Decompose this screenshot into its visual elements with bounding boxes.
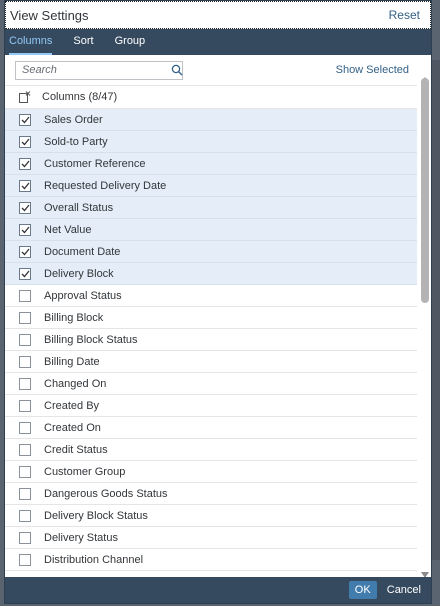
cancel-button[interactable]: Cancel [387, 584, 421, 596]
search-input[interactable] [16, 62, 171, 78]
list-item[interactable]: Requested Delivery Date [5, 175, 417, 197]
checkbox[interactable] [19, 355, 31, 368]
list-item-label: Created On [44, 421, 101, 434]
ok-button[interactable]: OK [348, 581, 377, 599]
scrollbar-thumb[interactable] [421, 78, 429, 303]
list-item[interactable]: Sales Order [5, 109, 417, 131]
tab-group[interactable]: Group [115, 29, 146, 55]
checkbox[interactable] [19, 267, 31, 280]
show-selected-button[interactable]: Show Selected [336, 64, 409, 76]
list-item[interactable]: Changed On [5, 373, 417, 395]
list-item[interactable]: Billing Block [5, 307, 417, 329]
dialog-footer: OK Cancel [5, 577, 431, 603]
list-item-label: Billing Date [44, 355, 100, 368]
tab-sort[interactable]: Sort [73, 29, 93, 55]
list-item[interactable]: Delivery Block Status [5, 505, 417, 527]
search-field [15, 60, 183, 80]
list-item[interactable]: Credit Status [5, 439, 417, 461]
checkbox[interactable] [19, 311, 31, 324]
list-item[interactable]: Sold-to Party [5, 131, 417, 153]
list-item[interactable]: Overall Status [5, 197, 417, 219]
checkmark-icon [21, 116, 30, 123]
checkmark-icon [21, 182, 30, 189]
list-item-label: Billing Block Status [44, 333, 138, 346]
checkbox[interactable] [19, 245, 31, 258]
checkmark-icon [21, 270, 30, 277]
checkmark-icon [21, 204, 30, 211]
columns-list: Sales Order Sold-to Party Customer Referen… [5, 109, 417, 571]
checkbox[interactable] [19, 399, 31, 412]
select-all-header[interactable]: Columns (8/47) [5, 85, 417, 109]
list-item-label: Delivery Block Status [44, 509, 148, 522]
dialog-title: View Settings [10, 7, 89, 23]
search-icon[interactable] [171, 62, 183, 78]
list-item[interactable]: Document Date [5, 241, 417, 263]
list-item-label: Customer Group [44, 465, 126, 478]
list-item-label: Approval Status [44, 289, 122, 302]
view-settings-dialog: View Settings Reset Columns Sort Group S… [4, 0, 432, 604]
list-item-label: Document Date [44, 245, 121, 258]
list-item-label: Dangerous Goods Status [44, 487, 168, 500]
list-item-label: Sold-to Party [44, 135, 108, 148]
list-item-label: Delivery Block [44, 267, 114, 280]
list-item[interactable]: Created On [5, 417, 417, 439]
list-item-label: Sales Order [44, 113, 103, 126]
checkbox[interactable] [19, 333, 31, 346]
list-item-label: Changed On [44, 377, 107, 390]
checkbox[interactable] [19, 421, 31, 434]
checkmark-icon [21, 160, 30, 167]
list-item[interactable]: Delivery Block [5, 263, 417, 285]
checkbox[interactable] [19, 201, 31, 214]
checkbox[interactable] [19, 487, 31, 500]
checkmark-icon [21, 248, 30, 255]
checkbox[interactable] [19, 289, 31, 302]
list-item[interactable]: Approval Status [5, 285, 417, 307]
list-item-label: Net Value [44, 223, 92, 236]
columns-count-label: Columns (8/47) [42, 91, 118, 103]
list-item[interactable]: Customer Reference [5, 153, 417, 175]
list-item[interactable]: Dangerous Goods Status [5, 483, 417, 505]
list-item[interactable]: Created By [5, 395, 417, 417]
list-item-label: Created By [44, 399, 100, 412]
list-scrollbar[interactable] [421, 72, 429, 578]
checkbox[interactable] [19, 179, 31, 192]
checkbox[interactable] [19, 113, 31, 126]
list-item-label: Distribution Channel [44, 553, 144, 566]
tab-bar: Columns Sort Group [5, 29, 431, 55]
reset-button[interactable]: Reset [389, 8, 420, 22]
list-item-label: Credit Status [44, 443, 108, 456]
list-item-label: Customer Reference [44, 157, 146, 170]
checkbox[interactable] [19, 553, 31, 566]
tab-columns[interactable]: Columns [9, 29, 53, 55]
dialog-header: View Settings Reset [5, 1, 431, 29]
checkbox[interactable] [19, 509, 31, 522]
checkbox[interactable] [19, 377, 31, 390]
checkbox[interactable] [19, 465, 31, 478]
list-item-label: Billing Block [44, 311, 104, 324]
checkbox[interactable] [19, 157, 31, 170]
list-item-label: Delivery Status [44, 531, 118, 544]
list-item[interactable]: Delivery Status [5, 527, 417, 549]
checkbox[interactable] [19, 223, 31, 236]
toolbar: Show Selected [5, 55, 431, 85]
list-item-label: Requested Delivery Date [44, 179, 167, 192]
checkbox[interactable] [19, 531, 31, 544]
list-item-label: Overall Status [44, 201, 114, 214]
scroll-down-arrow-icon[interactable] [421, 567, 429, 578]
checkbox[interactable] [19, 443, 31, 456]
list-item[interactable]: Net Value [5, 219, 417, 241]
list-item[interactable]: Billing Date [5, 351, 417, 373]
checkmark-icon [21, 138, 30, 145]
select-all-icon[interactable] [19, 91, 31, 103]
list-item[interactable]: Customer Group [5, 461, 417, 483]
checkmark-icon [21, 226, 30, 233]
list-item[interactable]: Billing Block Status [5, 329, 417, 351]
checkbox[interactable] [19, 135, 31, 148]
list-item[interactable]: Distribution Channel [5, 549, 417, 571]
